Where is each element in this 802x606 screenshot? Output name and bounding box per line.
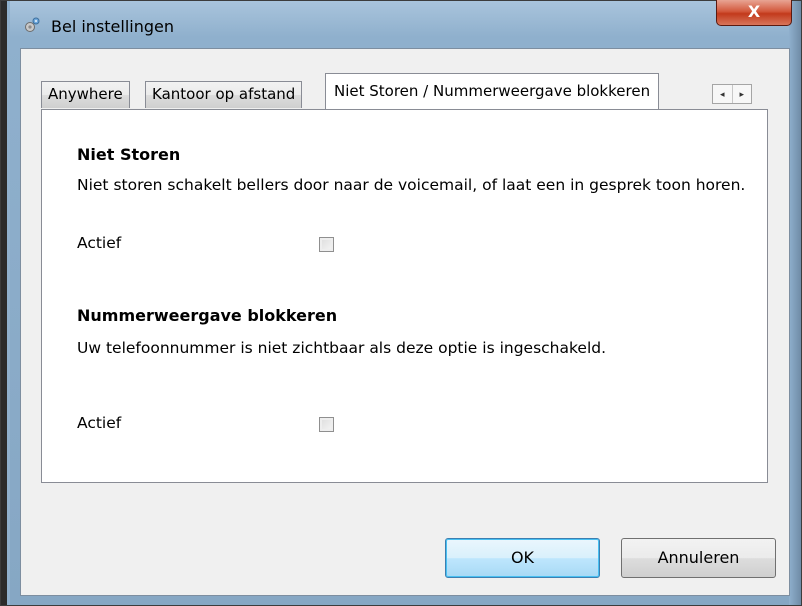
dnd-active-checkbox[interactable] — [319, 237, 334, 252]
dnd-description: Niet storen schakelt bellers door naar d… — [77, 176, 746, 194]
tab-scroll-buttons: ◂ ▸ — [712, 84, 752, 104]
close-icon: X — [747, 2, 761, 21]
tab-label: Niet Storen / Nummerweergave blokkeren — [334, 82, 651, 100]
cancel-button[interactable]: Annuleren — [621, 538, 776, 578]
block-active-checkbox[interactable] — [319, 417, 334, 432]
block-heading: Nummerweergave blokkeren — [77, 306, 338, 325]
title-bar[interactable]: Bel instellingen X — [9, 0, 792, 46]
tab-anywhere[interactable]: Anywhere — [41, 81, 130, 108]
ok-button-label: OK — [510, 548, 535, 567]
tab-niet-storen[interactable]: Niet Storen / Nummerweergave blokkeren — [325, 73, 660, 109]
block-active-label: Actief — [77, 414, 122, 432]
cancel-button-label: Annuleren — [657, 548, 740, 567]
gear-icon — [23, 16, 41, 34]
tab-panel: Niet Storen Niet storen schakelt bellers… — [41, 109, 768, 483]
block-description: Uw telefoonnummer is niet zichtbaar als … — [77, 339, 607, 357]
tab-label: Kantoor op afstand — [152, 85, 296, 103]
ok-button[interactable]: OK — [445, 538, 600, 578]
tab-scroll-left-button[interactable]: ◂ — [713, 85, 733, 103]
dnd-active-label: Actief — [77, 234, 122, 252]
window-title: Bel instellingen — [51, 17, 175, 36]
tab-scroll-right-button[interactable]: ▸ — [733, 85, 752, 103]
close-button[interactable]: X — [716, 0, 792, 26]
tab-kantoor-op-afstand[interactable]: Kantoor op afstand — [145, 81, 303, 108]
dialog-client: Anywhere Kantoor op afstand Niet Storen … — [20, 48, 790, 596]
tab-label: Anywhere — [48, 85, 123, 103]
dnd-heading: Niet Storen — [77, 145, 181, 164]
